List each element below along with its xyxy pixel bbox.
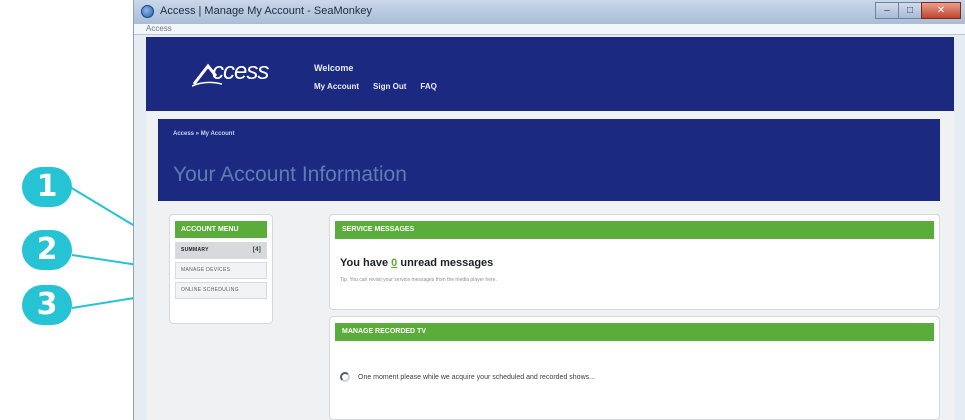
minimize-button[interactable]: – xyxy=(875,2,899,19)
title-bar: Access | Manage My Account - SeaMonkey –… xyxy=(134,0,965,24)
recorded-tv-header: MANAGE RECORDED TV xyxy=(335,323,934,341)
unread-count-link[interactable]: 0 xyxy=(391,257,397,269)
callout-3: 3 xyxy=(22,285,72,325)
unread-prefix: You have xyxy=(340,257,389,269)
browser-window: Access | Manage My Account - SeaMonkey –… xyxy=(133,0,965,420)
main-content: Access » My Account Your Account Informa… xyxy=(146,111,954,420)
unread-suffix: unread messages xyxy=(400,257,494,269)
breadcrumb[interactable]: Access » My Account xyxy=(173,131,234,137)
page-banner: Access » My Account Your Account Informa… xyxy=(158,119,940,201)
menu-item-label: MANAGE DEVICES xyxy=(181,267,231,273)
header-nav: My Account Sign Out FAQ xyxy=(314,82,437,91)
welcome-text: Welcome xyxy=(314,63,354,73)
nav-my-account[interactable]: My Account xyxy=(314,82,359,91)
unread-messages-line: You have 0 unread messages xyxy=(340,257,493,269)
service-messages-tip: Tip: You can revisit your service messag… xyxy=(340,277,497,283)
callout-2: 2 xyxy=(22,230,72,270)
maximize-button[interactable]: □ xyxy=(898,2,922,19)
recorded-tv-panel: MANAGE RECORDED TV One moment please whi… xyxy=(329,316,940,420)
account-menu-header: ACCOUNT MENU xyxy=(175,221,267,238)
menu-item-label: ONLINE SCHEDULING xyxy=(181,287,239,293)
service-messages-header: SERVICE MESSAGES xyxy=(335,221,934,239)
loading-text: One moment please while we acquire your … xyxy=(358,373,595,381)
menu-item-label: SUMMARY xyxy=(181,247,209,253)
window-title: Access | Manage My Account - SeaMonkey xyxy=(160,5,372,17)
callout-1: 1 xyxy=(22,167,72,207)
account-menu: ACCOUNT MENU SUMMARY [4] MANAGE DEVICES … xyxy=(169,214,273,324)
nav-faq[interactable]: FAQ xyxy=(420,82,436,91)
nav-sign-out[interactable]: Sign Out xyxy=(373,82,406,91)
browser-icon xyxy=(141,5,154,18)
menu-item-online-scheduling[interactable]: ONLINE SCHEDULING xyxy=(175,282,267,299)
access-logo[interactable]: ccess xyxy=(192,56,302,96)
menu-item-manage-devices[interactable]: MANAGE DEVICES xyxy=(175,262,267,279)
address-bar[interactable]: Access xyxy=(134,24,965,35)
page-title: Your Account Information xyxy=(173,163,407,186)
summary-count-badge: [4] xyxy=(252,247,261,253)
loading-spinner-icon xyxy=(340,372,350,382)
loading-row: One moment please while we acquire your … xyxy=(340,372,595,382)
close-button[interactable]: ✕ xyxy=(921,2,961,19)
window-controls: – □ ✕ xyxy=(875,2,961,19)
site-header: ccess Welcome My Account Sign Out FAQ xyxy=(146,37,954,111)
address-text: Access xyxy=(146,24,172,33)
menu-item-summary[interactable]: SUMMARY [4] xyxy=(175,242,267,259)
logo-text: ccess xyxy=(212,58,269,85)
service-messages-panel: SERVICE MESSAGES You have 0 unread messa… xyxy=(329,214,940,310)
